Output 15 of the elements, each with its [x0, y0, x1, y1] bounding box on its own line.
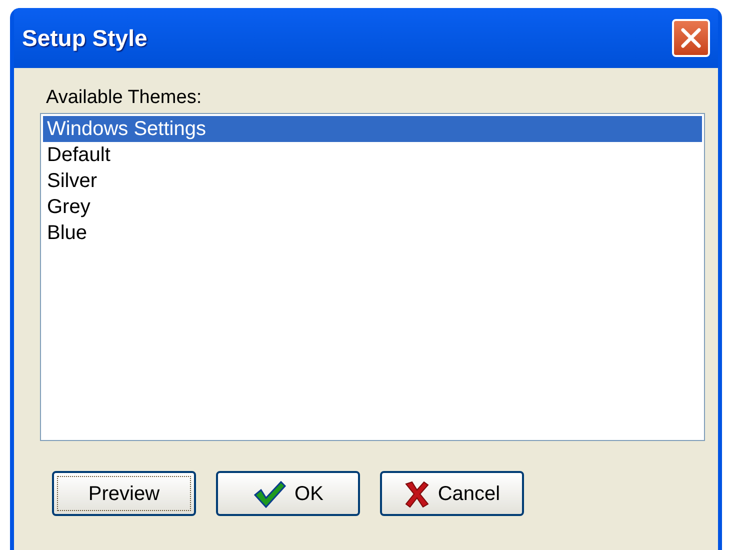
themes-list[interactable]: Windows Settings Default Silver Grey Blue	[40, 113, 705, 441]
close-button[interactable]	[672, 19, 710, 57]
theme-item[interactable]: Default	[43, 142, 702, 168]
close-icon	[680, 27, 702, 49]
checkmark-icon	[252, 478, 287, 508]
cross-icon	[404, 480, 430, 508]
theme-item[interactable]: Silver	[43, 168, 702, 194]
theme-item[interactable]: Blue	[43, 220, 702, 246]
themes-label: Available Themes:	[46, 86, 203, 110]
theme-item[interactable]: Windows Settings	[43, 116, 702, 142]
preview-button[interactable]: Preview	[52, 471, 196, 516]
cancel-button[interactable]: Cancel	[380, 471, 524, 516]
window-title: Setup Style	[22, 24, 148, 53]
ok-button[interactable]: OK	[216, 471, 360, 516]
theme-item[interactable]: Grey	[43, 194, 702, 220]
